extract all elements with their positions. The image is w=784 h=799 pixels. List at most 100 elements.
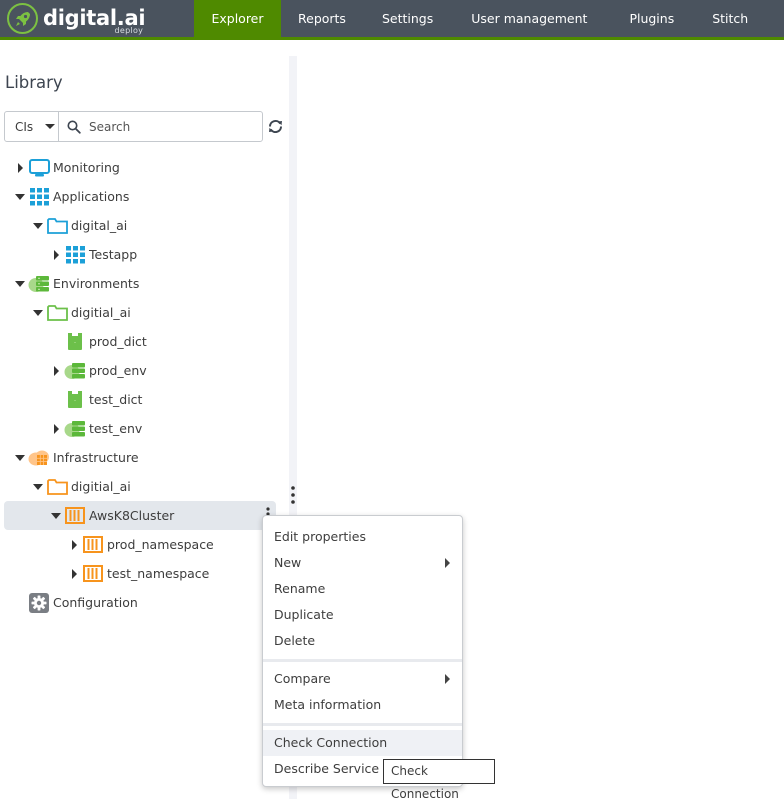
folder-icon <box>46 303 68 323</box>
infrastructure-icon <box>28 448 50 468</box>
tree-item-folder[interactable]: digitial_ai <box>33 299 131 326</box>
expand-icon[interactable] <box>69 539 79 550</box>
menu-item-delete[interactable]: Delete <box>263 628 462 654</box>
k8s-namespace-icon <box>82 564 104 584</box>
no-twisty <box>15 598 25 608</box>
collapse-icon[interactable] <box>15 279 25 289</box>
tab-stitch[interactable]: Stitch <box>694 0 766 37</box>
menu-item-edit-properties[interactable]: Edit properties <box>263 524 462 550</box>
submenu-arrow-icon <box>445 558 450 568</box>
menu-item-label: Duplicate <box>274 607 334 622</box>
tab-explorer[interactable]: Explorer <box>194 0 281 37</box>
expand-icon[interactable] <box>69 568 79 579</box>
app-logo[interactable]: digital.ai deploy <box>7 2 146 35</box>
collapse-icon[interactable] <box>51 511 61 521</box>
tree-item-label: Testapp <box>89 247 138 262</box>
collapse-icon[interactable] <box>33 221 43 231</box>
brand-name: digital.ai deploy <box>43 8 146 35</box>
expand-icon[interactable] <box>15 162 25 173</box>
menu-item-duplicate[interactable]: Duplicate <box>263 602 462 628</box>
menu-item-compare[interactable]: Compare <box>263 666 462 692</box>
top-navigation-bar: digital.ai deploy Explorer Reports Setti… <box>0 0 784 37</box>
refresh-icon[interactable] <box>267 118 284 135</box>
tree-item-prod-env[interactable]: prod_env <box>51 357 147 384</box>
dictionary-icon <box>64 332 86 352</box>
no-twisty <box>51 395 61 405</box>
tree-item-applications[interactable]: Applications <box>15 183 129 210</box>
applications-grid-icon <box>28 187 50 207</box>
search-type-dropdown[interactable]: CIs <box>5 112 59 141</box>
tab-reports[interactable]: Reports <box>281 0 364 37</box>
menu-item-label: Meta information <box>274 697 382 712</box>
tree-item-label: prod_env <box>89 363 147 378</box>
tree-item-label: test_namespace <box>107 566 210 581</box>
collapse-icon[interactable] <box>33 482 43 492</box>
tree-item-test-dict[interactable]: test_dict <box>51 386 142 413</box>
monitor-icon <box>28 158 50 178</box>
k8s-namespace-icon <box>82 535 104 555</box>
chevron-down-icon <box>45 124 56 129</box>
splitter-handle-icon[interactable] <box>291 486 295 504</box>
environment-icon <box>64 419 86 439</box>
rocket-icon <box>7 3 38 34</box>
menu-item-rename[interactable]: Rename <box>263 576 462 602</box>
menu-item-label: Compare <box>274 671 331 686</box>
tree-item-test-namespace[interactable]: test_namespace <box>69 560 209 587</box>
tree-item-folder[interactable]: digital_ai <box>33 212 127 239</box>
collapse-icon[interactable] <box>15 453 25 463</box>
menu-item-new[interactable]: New <box>263 550 462 576</box>
expand-icon[interactable] <box>51 423 61 434</box>
menu-item-label: Rename <box>274 581 326 596</box>
library-title: Library <box>5 73 63 92</box>
menu-item-label: Delete <box>274 633 316 648</box>
tab-plugins[interactable]: Plugins <box>609 0 694 37</box>
tree-item-label: Applications <box>53 189 130 204</box>
environment-icon <box>64 361 86 381</box>
brand-product: deploy <box>114 26 144 35</box>
tree-item-label: digitial_ai <box>71 305 131 320</box>
menu-item-label: Edit properties <box>274 529 366 544</box>
tree-item-prod-namespace[interactable]: prod_namespace <box>69 531 214 558</box>
folder-icon <box>46 477 68 497</box>
expand-icon[interactable] <box>51 249 61 260</box>
tree-item-label: prod_dict <box>89 334 147 349</box>
search-field[interactable] <box>59 112 262 141</box>
tree-item-folder[interactable]: digitial_ai <box>33 473 131 500</box>
tree-item-test-env[interactable]: test_env <box>51 415 142 442</box>
tree-item-environments[interactable]: Environments <box>15 270 139 297</box>
tree-item-monitoring[interactable]: Monitoring <box>15 154 120 181</box>
tree-item-awsk8cluster[interactable]: AwsK8Cluster <box>4 501 276 530</box>
menu-separator <box>263 723 462 726</box>
tree-item-label: Monitoring <box>53 160 120 175</box>
tooltip: Check Connection <box>383 759 495 799</box>
tree-item-label: digital_ai <box>71 218 128 233</box>
menu-item-meta-information[interactable]: Meta information <box>263 692 462 718</box>
tree-item-label: digitial_ai <box>71 479 131 494</box>
tree-item-configuration[interactable]: Configuration <box>15 589 138 616</box>
menu-item-check-connection[interactable]: Check Connection <box>263 730 462 756</box>
tree-item-infrastructure[interactable]: Infrastructure <box>15 444 139 471</box>
tree-item-label: test_env <box>89 421 143 436</box>
search-type-value: CIs <box>15 119 34 134</box>
menu-item-label: New <box>274 555 302 570</box>
tree-item-label: Configuration <box>53 595 138 610</box>
tree-item-prod-dict[interactable]: prod_dict <box>51 328 147 355</box>
collapse-icon[interactable] <box>15 192 25 202</box>
tree-item-label: Infrastructure <box>53 450 139 465</box>
tree-item-label: AwsK8Cluster <box>89 508 175 523</box>
tab-settings[interactable]: Settings <box>364 0 451 37</box>
tree-item-label: prod_namespace <box>107 537 214 552</box>
tree-item-label: test_dict <box>89 392 143 407</box>
k8s-cluster-icon <box>64 506 86 526</box>
tab-user-management[interactable]: User management <box>451 0 609 37</box>
gear-icon <box>28 592 50 613</box>
folder-icon <box>46 216 68 236</box>
search-group: CIs <box>4 111 263 142</box>
collapse-icon[interactable] <box>33 308 43 318</box>
search-icon <box>67 120 81 134</box>
no-twisty <box>51 337 61 347</box>
search-input[interactable] <box>89 119 239 134</box>
expand-icon[interactable] <box>51 365 61 376</box>
tree-item-testapp[interactable]: Testapp <box>51 241 137 268</box>
submenu-arrow-icon <box>445 674 450 684</box>
